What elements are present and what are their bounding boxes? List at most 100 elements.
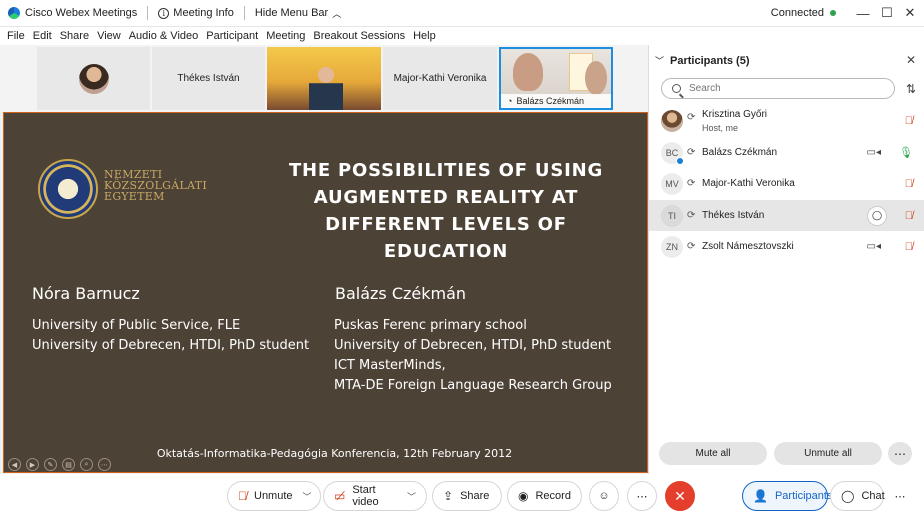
author-1-affiliation: University of Public Service, FLE Univer… (32, 316, 309, 356)
ellipsis-icon: ⋯ (894, 446, 906, 461)
participants-label: Participants (774, 490, 833, 502)
ellipsis-icon: ⋯ (894, 490, 906, 503)
video-person (309, 65, 343, 110)
meeting-info-button[interactable]: i Meeting Info (158, 7, 234, 19)
mic-muted-icon[interactable]: 🎙̸ (905, 241, 913, 253)
chat-bubble-icon[interactable]: ◯ (867, 205, 887, 226)
menu-edit[interactable]: Edit (33, 30, 52, 42)
avatar: MV (661, 172, 683, 195)
avatar (661, 110, 683, 132)
mic-on-icon[interactable]: 🎙 (899, 146, 913, 159)
more-options-icon[interactable]: ⋯ (98, 458, 111, 471)
avatar-initials: ZN (666, 241, 678, 252)
participant-search[interactable] (661, 78, 895, 99)
presenter-badge-icon (676, 156, 684, 165)
maximize-button[interactable]: ☐ (878, 4, 896, 22)
title-separator (147, 6, 149, 20)
start-video-button[interactable]: ▭̸ Start video ﹀ (323, 481, 427, 511)
app-title: Cisco Webex Meetings (25, 7, 138, 19)
participants-button[interactable]: 👤 Participants (742, 481, 832, 511)
menu-audio-video[interactable]: Audio & Video (129, 30, 199, 42)
previous-slide-icon[interactable]: ◀ (8, 458, 21, 471)
camera-icon: ▭◂ (866, 147, 881, 158)
smiley-icon: ☺ (598, 490, 610, 502)
participants-header-label: Participants (5) (670, 54, 750, 67)
sort-icon[interactable]: ⇅ (906, 82, 916, 96)
share-icon: ⇪ (443, 489, 454, 503)
unmute-button[interactable]: 🎙̸ Unmute ﹀ (227, 481, 321, 511)
menu-share[interactable]: Share (60, 30, 89, 42)
affiliation-line: University of Public Service, FLE (32, 318, 241, 333)
meeting-info-label: Meeting Info (173, 7, 234, 19)
avatar (78, 63, 109, 94)
participant-name: Major-Kathi Veronika (702, 178, 795, 189)
slides-icon[interactable]: ▤ (62, 458, 75, 471)
chevron-up-icon: ︿ (332, 8, 342, 19)
slide-title-line: AUGMENTED REALITY AT (313, 187, 579, 208)
pen-icon[interactable]: ✎ (44, 458, 57, 471)
participant-row[interactable]: ZN ⟳ Zsolt Námesztovszki ▭◂ 🎙̸ (649, 231, 924, 262)
speaking-icon: ◔ (507, 96, 513, 106)
avatar-initials: MV (665, 178, 679, 189)
mic-muted-icon[interactable]: 🎙̸ (905, 115, 913, 127)
leave-meeting-button[interactable]: ✕ (665, 481, 695, 511)
menu-view[interactable]: View (97, 30, 121, 42)
menu-help[interactable]: Help (413, 30, 436, 42)
avatar: BC (661, 141, 684, 165)
slide-title: THE POSSIBILITIES OF USING AUGMENTED REA… (266, 157, 626, 265)
hide-menu-bar-button[interactable]: Hide Menu Bar ︿ (255, 7, 341, 20)
participant-row[interactable]: MV ⟳ Major-Kathi Veronika 🎙̸ (649, 168, 924, 199)
mic-muted-icon[interactable]: 🎙̸ (905, 178, 913, 190)
thumbnail-video-feed[interactable] (267, 47, 381, 110)
chevron-down-icon[interactable]: ﹀ (407, 490, 416, 503)
participant-row[interactable]: ⟳ Krisztina Győri Host, me 🎙̸ (649, 106, 924, 136)
mute-all-button[interactable]: Mute all (659, 442, 767, 465)
thumbnail-host[interactable] (37, 47, 150, 110)
participant-name: Krisztina Győri (702, 109, 768, 120)
menu-breakout-sessions[interactable]: Breakout Sessions (313, 30, 405, 42)
menu-meeting[interactable]: Meeting (266, 30, 305, 42)
close-panel-icon[interactable]: ✕ (906, 53, 916, 67)
chevron-down-icon[interactable]: ﹀ (303, 490, 312, 503)
zoom-icon[interactable]: ⌕ (80, 458, 93, 471)
ellipsis-icon: ⋯ (636, 490, 648, 503)
participants-header[interactable]: ﹀ Participants (5) (655, 54, 749, 67)
search-input[interactable] (689, 83, 869, 94)
menu-participant[interactable]: Participant (206, 30, 258, 42)
avatar: ZN (661, 235, 683, 258)
more-options-button[interactable]: ⋯ (888, 442, 912, 465)
participant-row[interactable]: TI ⟳ Thékes István ◯ 🎙̸ (649, 200, 924, 231)
close-window-button[interactable]: ✕ (901, 4, 919, 22)
thumbnail-name: Thékes István (177, 73, 240, 84)
chat-button[interactable]: ◯ Chat (830, 481, 885, 511)
thumbnail-major-kathi[interactable]: Major-Kathi Veronika (383, 47, 497, 110)
affiliation-line: ICT MasterMinds, (334, 358, 446, 373)
info-icon: i (158, 7, 170, 19)
toolbar-more-button[interactable]: ⋯ (886, 481, 914, 511)
thumbnail-thekes[interactable]: Thékes István (152, 47, 265, 110)
reactions-button[interactable]: ☺ (589, 481, 619, 511)
webex-logo-icon (8, 7, 20, 19)
share-label: Share (460, 490, 490, 502)
share-button[interactable]: ⇪ Share (432, 481, 502, 511)
menu-file[interactable]: File (7, 30, 25, 42)
title-separator-2 (243, 6, 245, 20)
active-speaker-label: ◔ Balázs Czékmán (501, 94, 611, 108)
mic-muted-icon[interactable]: 🎙̸ (905, 210, 913, 222)
more-button[interactable]: ⋯ (627, 481, 657, 511)
audio-connected-icon: ⟳ (687, 241, 696, 252)
next-slide-icon[interactable]: ▶ (26, 458, 39, 471)
university-logo-text: NEMZETI KÖZSZOLGÁLATI EGYETEM (104, 169, 207, 202)
affiliation-line: University of Debrecen, HTDI, PhD studen… (32, 338, 310, 353)
participant-row[interactable]: BC ⟳ Balázs Czékmán ▭◂ 🎙 (649, 137, 924, 168)
unmute-all-button[interactable]: Unmute all (774, 442, 882, 465)
avatar-initials: TI (668, 210, 676, 221)
author-2-name: Balázs Czékmán (335, 284, 467, 303)
title-bar: Cisco Webex Meetings i Meeting Info Hide… (0, 0, 924, 27)
participant-role: Host, me (702, 123, 739, 133)
audio-connected-icon: ⟳ (687, 147, 696, 158)
minimize-button[interactable]: — (854, 4, 872, 22)
thumbnail-active-speaker[interactable]: ◔ Balázs Czékmán (499, 47, 613, 110)
record-button[interactable]: ◉ Record (507, 481, 582, 511)
search-icon (672, 84, 681, 93)
